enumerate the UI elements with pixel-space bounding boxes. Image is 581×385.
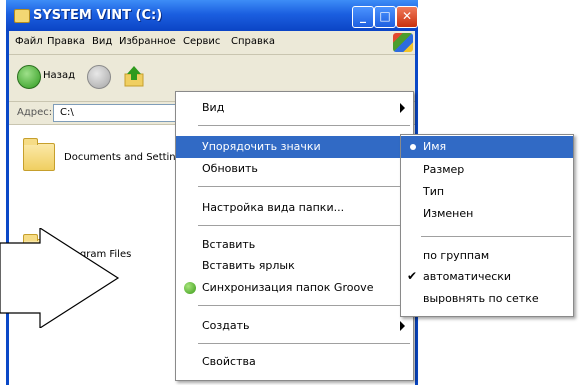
radio-bullet-icon	[410, 144, 416, 150]
menu-bar: Файл Правка Вид Избранное Сервис Справка	[9, 31, 415, 55]
folder-up-icon[interactable]	[123, 64, 145, 88]
menu-item-arrange-icons[interactable]: Упорядочить значки	[176, 136, 413, 158]
menu-item-properties[interactable]: Свойства	[176, 351, 413, 373]
back-button-label[interactable]: Назад	[43, 70, 75, 81]
menu-help[interactable]: Справка	[231, 36, 275, 47]
menu-separator	[198, 343, 410, 344]
submenu-item-label: Тип	[423, 185, 445, 198]
submenu-item-type[interactable]: Тип	[401, 181, 573, 203]
menu-item-label: Вставить ярлык	[202, 259, 295, 272]
menu-favorites[interactable]: Избранное	[119, 36, 176, 47]
arrange-submenu: Имя Размер Тип Изменен по группам ✔ авто…	[400, 134, 574, 317]
submenu-item-align-to-grid[interactable]: выровнять по сетке	[401, 288, 573, 310]
maximize-button[interactable]: □	[374, 6, 396, 28]
minimize-button[interactable]: _	[352, 6, 374, 28]
groove-icon	[184, 282, 196, 294]
submenu-item-size[interactable]: Размер	[401, 159, 573, 181]
address-value: C:\	[60, 107, 74, 118]
submenu-item-label: по группам	[423, 249, 490, 262]
menu-tools[interactable]: Сервис	[183, 36, 220, 47]
menu-item-customize-folder[interactable]: Настройка вида папки...	[176, 197, 413, 219]
folder-icon[interactable]	[23, 138, 55, 171]
submenu-arrow-icon	[400, 321, 405, 331]
drive-icon	[14, 9, 30, 23]
menu-item-label: Настройка вида папки...	[202, 201, 345, 214]
address-label: Адрес:	[17, 107, 53, 118]
menu-item-label: Упорядочить значки	[202, 140, 321, 153]
close-button[interactable]: ✕	[396, 6, 418, 28]
menu-separator	[198, 225, 410, 226]
menu-separator	[198, 305, 410, 306]
submenu-item-label: Имя	[423, 140, 447, 153]
submenu-arrow-icon	[400, 103, 405, 113]
context-menu: Вид Упорядочить значки Обновить Настройк…	[175, 91, 414, 381]
submenu-item-by-groups[interactable]: по группам	[401, 245, 573, 267]
menu-file[interactable]: Файл	[15, 36, 43, 47]
menu-item-label: Обновить	[202, 162, 258, 175]
menu-item-label: Создать	[202, 319, 250, 332]
submenu-item-auto-arrange[interactable]: ✔ автоматически	[401, 266, 573, 288]
menu-item-paste[interactable]: Вставить	[176, 234, 413, 256]
menu-view[interactable]: Вид	[92, 36, 112, 47]
folder-label[interactable]: Documents and Settings	[64, 152, 187, 163]
submenu-item-name[interactable]: Имя	[401, 136, 573, 158]
menu-separator	[198, 186, 410, 187]
menu-item-label: Свойства	[202, 355, 256, 368]
menu-separator	[421, 236, 571, 237]
submenu-item-label: Изменен	[423, 207, 474, 220]
menu-item-label: Вставить	[202, 238, 256, 251]
menu-item-new[interactable]: Создать	[176, 315, 413, 337]
menu-item-refresh[interactable]: Обновить	[176, 158, 413, 180]
menu-item-view[interactable]: Вид	[176, 97, 413, 119]
checkmark-icon: ✔	[407, 269, 418, 283]
menu-separator	[198, 125, 410, 126]
title-bar[interactable]: SYSTEM VINT (C:) _ □ ✕	[6, 0, 418, 31]
menu-item-label: Вид	[202, 101, 225, 114]
menu-edit[interactable]: Правка	[47, 36, 85, 47]
forward-arrow-icon[interactable]	[87, 65, 111, 89]
pointer-arrow-icon	[0, 228, 120, 328]
back-arrow-icon[interactable]	[17, 65, 41, 89]
menu-item-groove-sync[interactable]: Синхронизация папок Groove	[176, 277, 413, 299]
submenu-item-label: выровнять по сетке	[423, 292, 539, 305]
windows-logo-icon	[393, 33, 413, 52]
window-title: SYSTEM VINT (C:)	[33, 8, 163, 23]
menu-item-label: Синхронизация папок Groove	[202, 281, 374, 294]
submenu-item-modified[interactable]: Изменен	[401, 203, 573, 225]
submenu-item-label: Размер	[423, 163, 465, 176]
menu-item-paste-shortcut[interactable]: Вставить ярлык	[176, 255, 413, 277]
submenu-item-label: автоматически	[423, 270, 512, 283]
